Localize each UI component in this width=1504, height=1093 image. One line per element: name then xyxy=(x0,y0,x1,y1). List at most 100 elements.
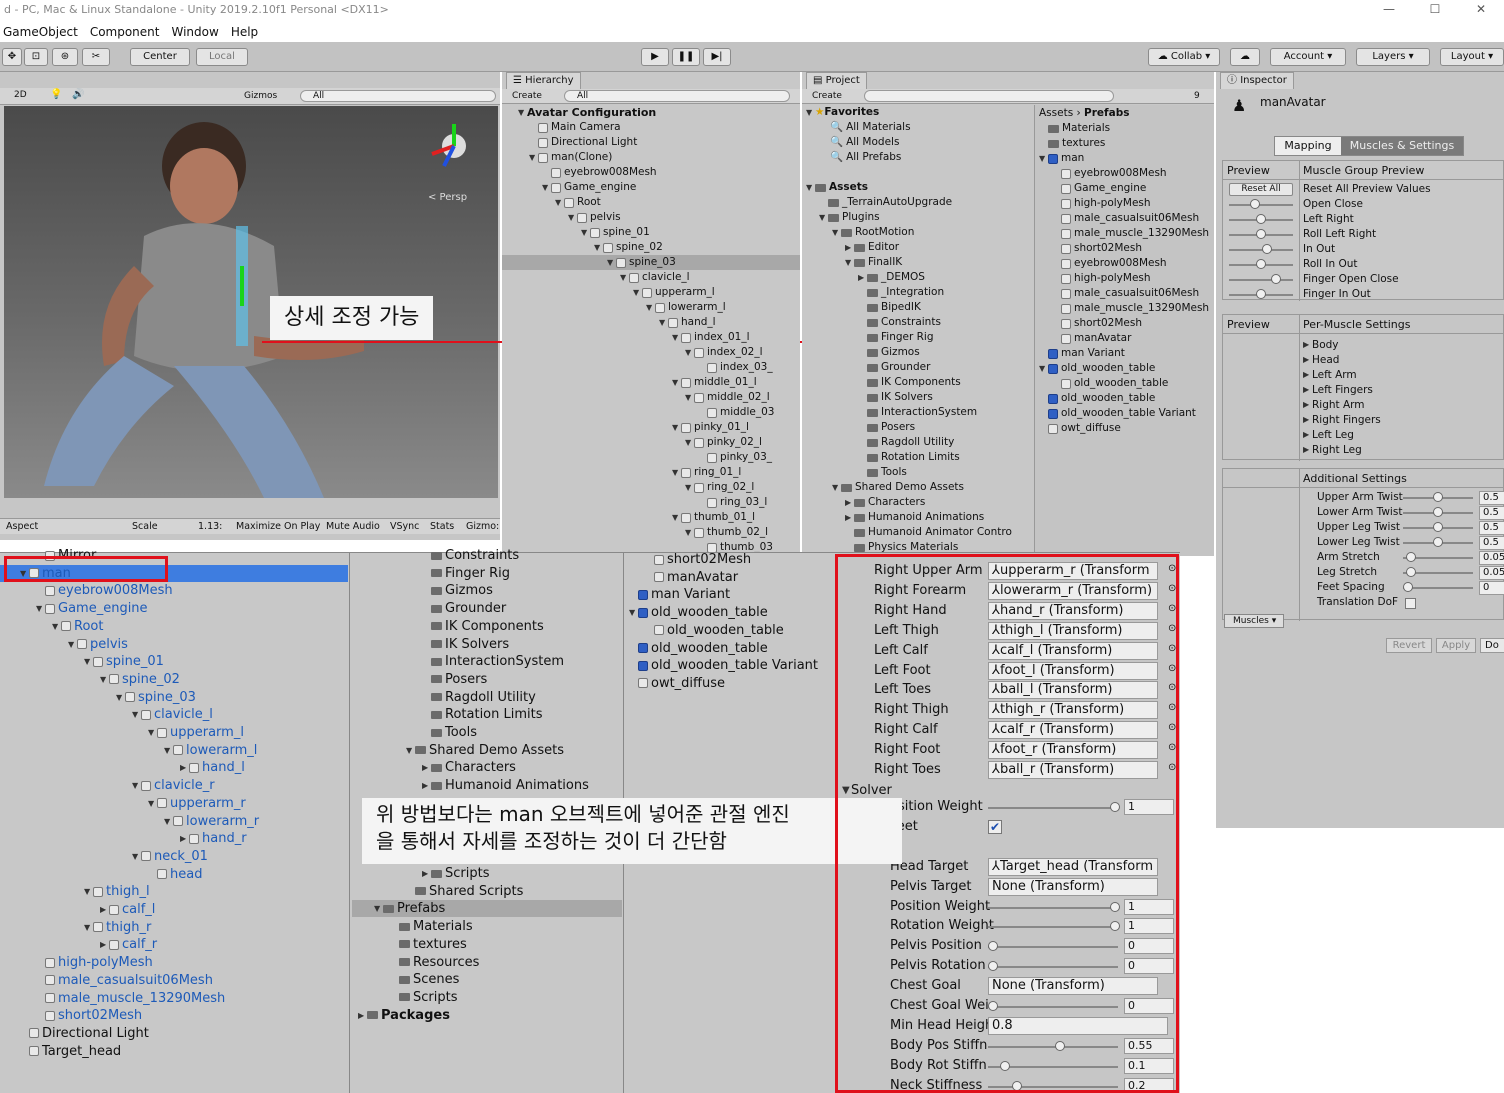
project-folder[interactable]: Grounder xyxy=(858,360,930,375)
big-project-folder[interactable]: IK Solvers xyxy=(422,636,509,653)
big-hierarchy-item[interactable]: ▼ Game_engine xyxy=(36,600,148,617)
expand-arrow-icon[interactable]: ▼ xyxy=(685,480,694,495)
expand-arrow-icon[interactable]: ▼ xyxy=(659,315,668,330)
expand-arrow-icon[interactable]: ▶ xyxy=(100,937,109,952)
expand-arrow-icon[interactable]: ▼ xyxy=(845,255,854,270)
muscles-dropdown[interactable]: Muscles ▾ xyxy=(1224,614,1284,628)
gizmos-button[interactable]: Gizmo: xyxy=(466,521,499,532)
reset-all-button[interactable]: Reset All xyxy=(1229,183,1293,196)
slider-knob[interactable] xyxy=(1433,537,1443,547)
hierarchy-item[interactable]: ▼ Game_engine xyxy=(542,180,636,195)
expand-arrow-icon[interactable]: ▼ xyxy=(568,210,577,225)
hierarchy-item[interactable]: pinky_03_ xyxy=(698,450,772,465)
expand-arrow-icon[interactable]: ▼ xyxy=(555,195,564,210)
expand-arrow-icon[interactable]: ▼ xyxy=(52,619,61,634)
expand-arrow-icon[interactable]: ▼ xyxy=(685,390,694,405)
slider-knob[interactable] xyxy=(1433,522,1443,532)
scene-root[interactable]: ▼ Avatar Configuration xyxy=(518,105,656,120)
big-asset-item[interactable]: ▼ old_wooden_table xyxy=(629,604,768,621)
expand-arrow-icon[interactable]: ▶ xyxy=(845,240,854,255)
hierarchy-item[interactable]: Main Camera xyxy=(529,120,621,135)
slider-knob[interactable] xyxy=(1406,552,1416,562)
big-hierarchy-item[interactable]: ▼ lowerarm_r xyxy=(164,813,259,830)
hierarchy-item[interactable]: middle_03 xyxy=(698,405,774,420)
expand-arrow-icon[interactable]: ▼ xyxy=(646,300,655,315)
big-project-folder[interactable]: Gizmos xyxy=(422,582,493,599)
big-asset-item[interactable]: owt_diffuse xyxy=(629,675,725,692)
expand-arrow-icon[interactable]: ▼ xyxy=(84,654,93,669)
big-hierarchy-item[interactable]: high-polyMesh xyxy=(36,954,153,971)
hierarchy-item[interactable]: ▼ middle_02_l xyxy=(685,390,770,405)
tab-muscles-settings[interactable]: Muscles & Settings xyxy=(1341,137,1463,155)
expand-arrow-icon[interactable]: ▶ xyxy=(422,866,431,881)
tab-inspector[interactable]: ⓘ Inspector xyxy=(1220,72,1294,89)
expand-arrow-icon[interactable]: ▼ xyxy=(832,480,841,495)
asset-item[interactable]: old_wooden_table Variant xyxy=(1039,406,1196,421)
menu-component[interactable]: Component xyxy=(90,25,160,39)
big-project-folder[interactable]: Scripts xyxy=(390,989,457,1006)
hierarchy-item[interactable]: ▼ man(Clone) xyxy=(529,150,612,165)
big-project-folder[interactable]: Materials xyxy=(390,918,473,935)
big-asset-item[interactable]: old_wooden_table xyxy=(645,622,784,639)
project-folder[interactable]: Constraints xyxy=(858,315,941,330)
big-hierarchy-item[interactable]: male_casualsuit06Mesh xyxy=(36,972,213,989)
muscle-group-foldout[interactable]: ▶ Body xyxy=(1303,337,1339,352)
account-dropdown[interactable]: Account ▾ xyxy=(1270,48,1346,66)
asset-item[interactable]: high-polyMesh xyxy=(1052,271,1151,286)
hierarchy-item[interactable]: ▼ hand_l xyxy=(659,315,716,330)
expand-arrow-icon[interactable]: ▼ xyxy=(685,435,694,450)
hierarchy-item[interactable]: index_03_ xyxy=(698,360,773,375)
project-folder[interactable]: Humanoid Animator Contro xyxy=(845,525,1012,540)
big-project-folder[interactable]: ▼ Prefabs xyxy=(352,900,622,918)
asset-item[interactable]: manAvatar xyxy=(1052,331,1131,346)
big-hierarchy-item[interactable]: ▼ neck_01 xyxy=(132,848,208,865)
project-create-dropdown[interactable]: Create xyxy=(812,91,842,101)
project-folder[interactable]: _TerrainAutoUpgrade xyxy=(819,195,952,210)
asset-item[interactable]: male_muscle_13290Mesh xyxy=(1052,301,1209,316)
slider-knob[interactable] xyxy=(1403,582,1413,592)
step-button[interactable]: ▶| xyxy=(703,48,731,66)
muscle-group-foldout[interactable]: ▶ Left Arm xyxy=(1303,367,1357,382)
slider-knob[interactable] xyxy=(1262,244,1272,254)
expand-arrow-icon[interactable]: ▼ xyxy=(594,240,603,255)
muscle-group-foldout[interactable]: ▶ Head xyxy=(1303,352,1339,367)
expand-arrow-icon[interactable]: ▼ xyxy=(819,210,828,225)
asset-item[interactable]: short02Mesh xyxy=(1052,316,1142,331)
hierarchy-item[interactable]: ▼ thumb_02_l xyxy=(685,525,768,540)
big-asset-item[interactable]: man Variant xyxy=(629,586,730,603)
hierarchy-item[interactable]: ▼ index_02_l xyxy=(685,345,763,360)
slider-knob[interactable] xyxy=(1256,289,1266,299)
group-slider[interactable] xyxy=(1229,204,1293,206)
assets-header[interactable]: ▼ Assets xyxy=(806,180,868,195)
setting-value-field[interactable]: 0.5 xyxy=(1479,506,1504,520)
asset-item[interactable]: eyebrow008Mesh xyxy=(1052,256,1167,271)
big-hierarchy-item[interactable]: ▼ clavicle_r xyxy=(132,777,215,794)
asset-item[interactable]: male_casualsuit06Mesh xyxy=(1052,211,1199,226)
big-asset-item[interactable]: manAvatar xyxy=(645,569,738,586)
big-project-folder[interactable]: Scenes xyxy=(390,971,459,988)
setting-value-field[interactable]: 0.5 xyxy=(1479,491,1504,505)
big-project-folder[interactable]: ▶ Humanoid Animations xyxy=(422,777,589,794)
big-hierarchy-item[interactable]: ▼ spine_02 xyxy=(100,671,180,688)
asset-item[interactable]: man Variant xyxy=(1039,346,1125,361)
hierarchy-item[interactable]: ▼ upperarm_l xyxy=(633,285,715,300)
big-hierarchy-item[interactable]: ▼ thigh_l xyxy=(84,883,150,900)
scene-search-input[interactable]: All xyxy=(300,90,496,102)
expand-arrow-icon[interactable]: ▶ xyxy=(858,270,867,285)
hierarchy-item[interactable]: ▼ ring_01_l xyxy=(672,465,741,480)
hierarchy-item[interactable]: ring_03_l xyxy=(698,495,767,510)
group-slider[interactable] xyxy=(1229,279,1293,281)
tab-project[interactable]: ▤ Project xyxy=(806,72,867,89)
hierarchy-item[interactable]: ▼ lowerarm_l xyxy=(646,300,726,315)
project-folder[interactable]: ▶ Characters xyxy=(845,495,925,510)
asset-item[interactable]: high-polyMesh xyxy=(1052,196,1151,211)
expand-arrow-icon[interactable]: ▼ xyxy=(672,465,681,480)
project-folder[interactable]: _Integration xyxy=(858,285,944,300)
big-hierarchy-item[interactable]: ▼ pelvis xyxy=(68,636,128,653)
create-dropdown[interactable]: Create xyxy=(512,91,542,101)
big-project-folder[interactable]: Rotation Limits xyxy=(422,706,543,723)
expand-arrow-icon[interactable]: ▼ xyxy=(374,901,383,916)
project-folder[interactable]: Gizmos xyxy=(858,345,920,360)
done-button[interactable]: Do xyxy=(1480,638,1504,653)
expand-arrow-icon[interactable]: ▼ xyxy=(672,510,681,525)
